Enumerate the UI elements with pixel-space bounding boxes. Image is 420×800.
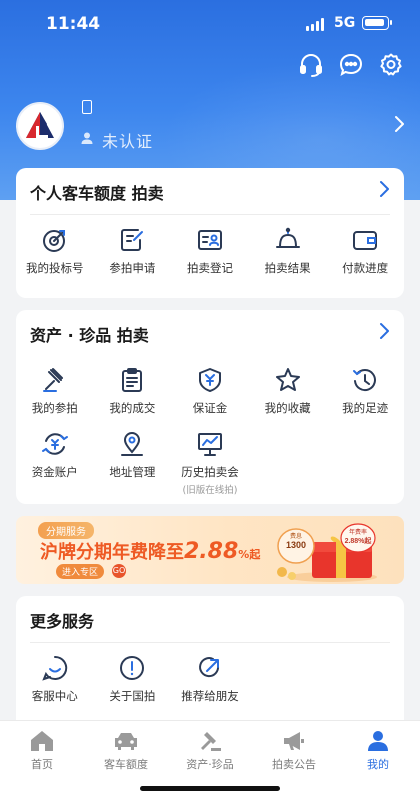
gift-box-icon: 费息 1300 年费率 2.88%起 <box>277 523 377 582</box>
menu-item-history-auction[interactable]: 历史拍卖会 (旧版在线拍) <box>171 430 249 496</box>
gavel-icon <box>201 732 221 751</box>
menu-item-deposit[interactable]: 保证金 <box>171 366 249 416</box>
megaphone-icon <box>284 732 304 750</box>
home-icon <box>31 731 53 751</box>
card-title: 资产 · 珍品 拍卖 <box>30 326 149 345</box>
chevron-right-icon[interactable] <box>378 322 390 340</box>
info-icon <box>120 656 145 680</box>
chevron-right-icon[interactable] <box>378 180 390 198</box>
user-icon <box>81 132 93 144</box>
card-title: 更多服务 <box>30 612 95 631</box>
divider <box>30 214 390 215</box>
tab-me[interactable]: 我的 <box>336 721 420 781</box>
more-services-grid: 客服中心 关于国拍 推荐给朋友 <box>16 654 404 704</box>
smile-chat-icon <box>42 655 67 681</box>
profile-row[interactable]: 未认证 <box>16 100 406 151</box>
menu-item-auction-registration[interactable]: 拍卖登记 <box>171 226 249 276</box>
menu-item-auction-result[interactable]: 拍卖结果 <box>249 226 327 276</box>
menu-item-about[interactable]: 关于国拍 <box>94 654 172 704</box>
person-icon <box>368 731 388 751</box>
chart-board-icon <box>197 433 222 456</box>
more-services-card: 更多服务 客服中心 关于国拍 推荐给朋友 <box>16 596 404 732</box>
svg-text:年费率: 年费率 <box>349 528 367 536</box>
wallet-icon <box>353 231 378 250</box>
menu-item-my-bid-number[interactable]: 我的投标号 <box>16 226 94 276</box>
menu-item-address-management[interactable]: 地址管理 <box>94 430 172 496</box>
star-icon <box>275 368 300 391</box>
menu-item-payment-progress[interactable]: 付款进度 <box>326 226 404 276</box>
svg-text:费息: 费息 <box>290 532 302 540</box>
tab-car-quota[interactable]: 客车额度 <box>84 721 168 781</box>
headset-icon[interactable] <box>298 52 324 78</box>
menu-item-my-favorites[interactable]: 我的收藏 <box>249 366 327 416</box>
status-time: 11:44 <box>46 14 101 34</box>
asset-auction-card: 资产 · 珍品 拍卖 我的参拍 我的成交 保证金 我的收藏 我的足迹 资金账户 … <box>16 310 404 504</box>
chevron-right-icon <box>395 116 404 132</box>
shield-yen-icon <box>198 368 221 392</box>
share-icon <box>199 657 219 678</box>
home-indicator <box>140 786 280 791</box>
edit-icon <box>121 229 144 251</box>
menu-item-my-participation[interactable]: 我的参拍 <box>16 366 94 416</box>
menu-item-fund-account[interactable]: 资金账户 <box>16 430 94 496</box>
yen-cycle-icon <box>41 433 68 455</box>
menu-item-bid-application[interactable]: 参拍申请 <box>94 226 172 276</box>
gavel-icon <box>42 368 63 392</box>
verification-status: 未认证 <box>102 132 154 151</box>
status-bar: 11:44 5G <box>0 0 420 48</box>
location-icon <box>121 432 144 456</box>
menu-item-recommend[interactable]: 推荐给朋友 <box>171 654 249 704</box>
menu-item-my-deals[interactable]: 我的成交 <box>94 366 172 416</box>
asset-auction-grid-row-1: 我的参拍 我的成交 保证金 我的收藏 我的足迹 <box>16 366 404 416</box>
signal-icon <box>306 18 326 31</box>
chat-icon[interactable] <box>338 52 364 78</box>
target-icon <box>42 230 65 252</box>
card-title: 个人客车额度 拍卖 <box>30 184 164 203</box>
banner-go-icon[interactable]: GO <box>112 564 126 578</box>
settings-icon[interactable] <box>378 52 404 78</box>
banner-enter-button[interactable]: 进入专区 <box>56 564 105 579</box>
phone-icon <box>82 100 92 114</box>
id-card-icon <box>197 230 222 250</box>
tab-announcements[interactable]: 拍卖公告 <box>252 721 336 781</box>
battery-icon <box>362 16 392 30</box>
tab-home[interactable]: 首页 <box>0 721 84 781</box>
menu-item-my-footprint[interactable]: 我的足迹 <box>326 366 404 416</box>
header-actions <box>298 52 404 78</box>
banner-headline: 沪牌分期年费降至2.88%起 <box>40 539 261 564</box>
installment-banner[interactable]: 分期服务 沪牌分期年费降至2.88%起 进入专区 GO 费息 1300 年费率 … <box>16 516 404 584</box>
personal-auction-card: 个人客车额度 拍卖 我的投标号 参拍申请 拍卖登记 拍卖结果 付款进度 <box>16 168 404 298</box>
network-label: 5G <box>334 15 356 31</box>
car-icon <box>115 733 137 750</box>
avatar[interactable] <box>16 102 64 150</box>
asset-auction-grid-row-2: 资金账户 地址管理 历史拍卖会 (旧版在线拍) <box>16 430 404 496</box>
svg-text:2.88%起: 2.88%起 <box>345 536 373 545</box>
banner-tag: 分期服务 <box>38 522 94 539</box>
personal-auction-grid: 我的投标号 参拍申请 拍卖登记 拍卖结果 付款进度 <box>16 226 404 276</box>
bell-icon <box>275 227 300 248</box>
divider <box>30 642 390 643</box>
menu-item-customer-service[interactable]: 客服中心 <box>16 654 94 704</box>
tab-assets[interactable]: 资产·珍品 <box>168 721 252 781</box>
svg-text:1300: 1300 <box>286 540 306 550</box>
clipboard-icon <box>122 368 143 392</box>
history-icon <box>353 369 377 392</box>
